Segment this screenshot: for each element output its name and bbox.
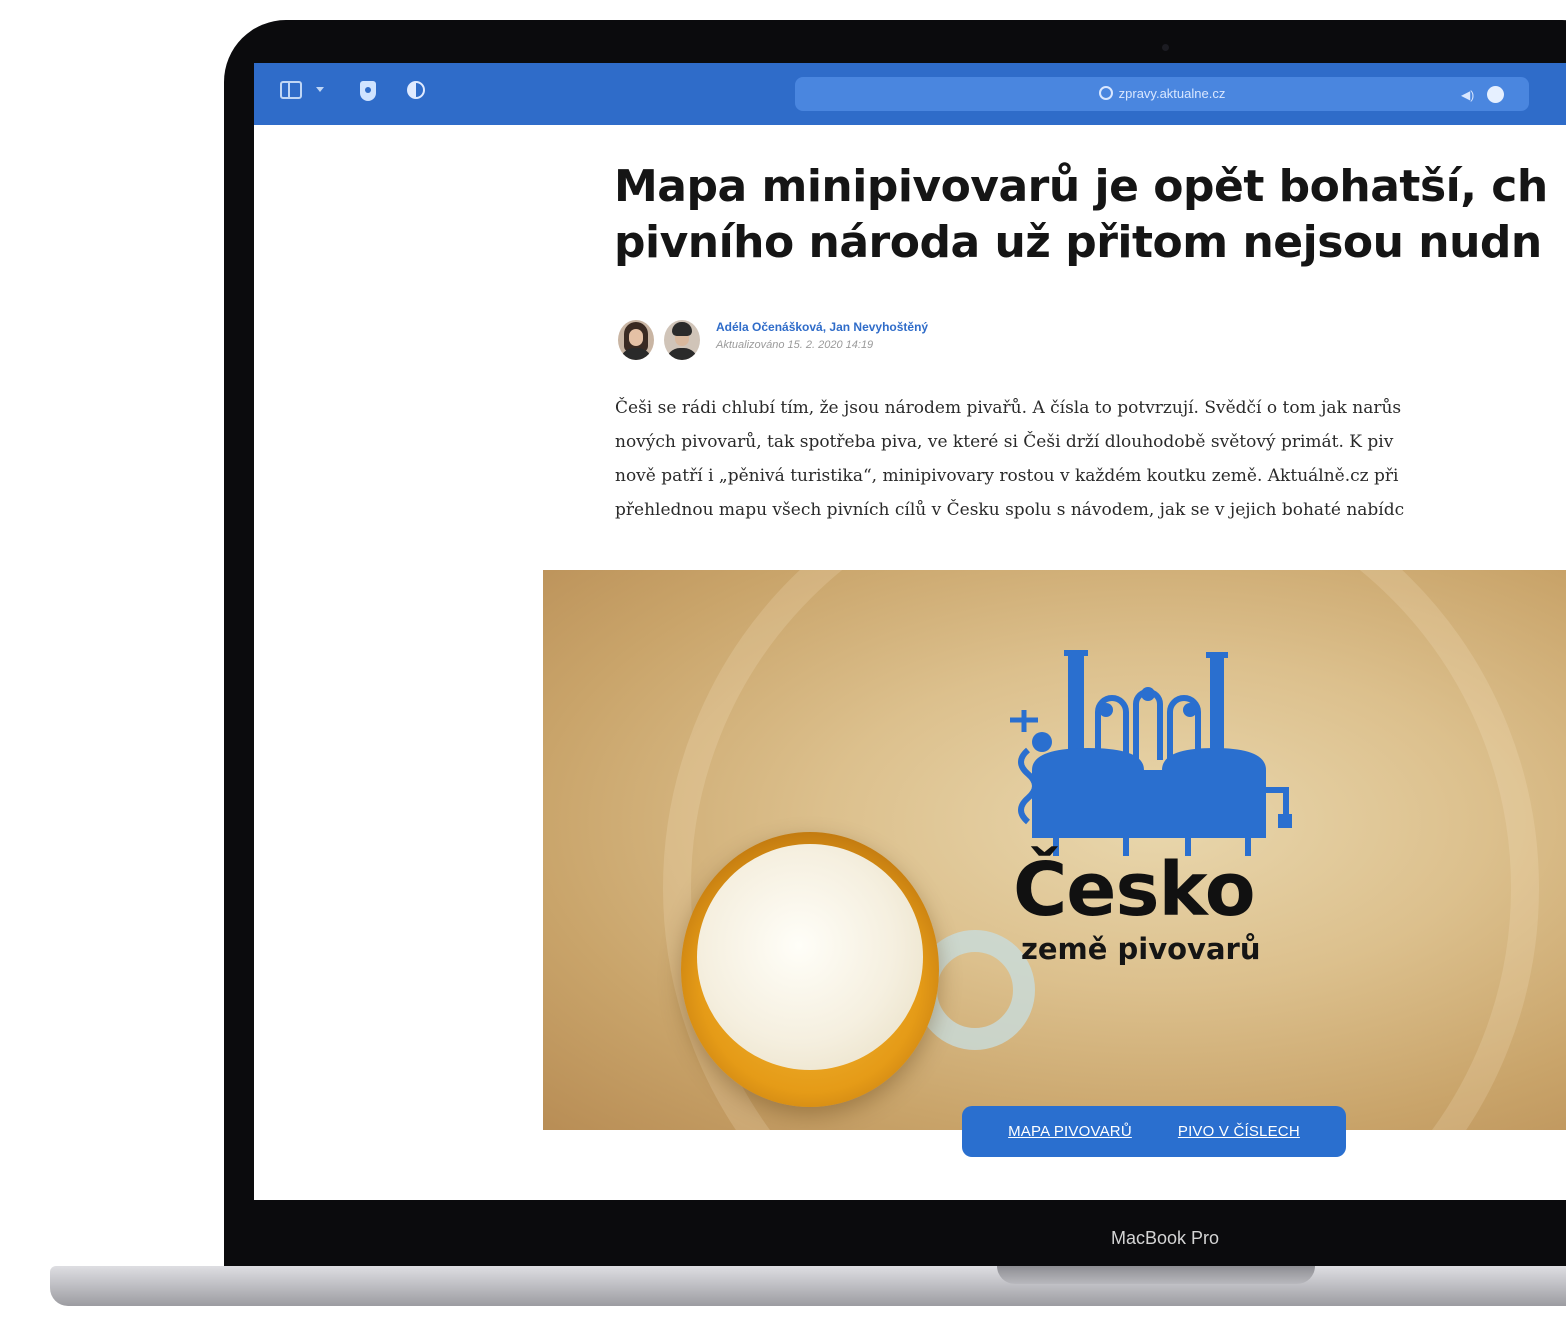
address-bar[interactable]: zpravy.aktualne.cz ◀) [795, 77, 1529, 111]
hero-image: Česko země pivovarů [543, 570, 1566, 1130]
perex-line: přehlednou mapu všech pivních cílů v Čes… [615, 500, 1405, 520]
shield-icon[interactable] [360, 81, 376, 101]
browser-screen: zpravy.aktualne.cz ◀) Mapa minipivovarů … [254, 63, 1566, 1200]
author-avatar[interactable] [618, 320, 654, 360]
article-perex: Češi se rádi chlubí tím, že jsou národem… [615, 391, 1566, 527]
brewery-logo-icon [1010, 650, 1292, 856]
author-avatar[interactable] [664, 320, 700, 360]
perex-line: nových pivovarů, tak spotřeba piva, ve k… [615, 432, 1394, 452]
speaker-icon[interactable]: ◀) [1461, 88, 1474, 102]
article-headline: Mapa minipivovarů je opět bohatší, ch piv… [614, 159, 1548, 271]
beer-foam [697, 844, 923, 1070]
perex-line: nově patří i „pěnivá turistika“, minipiv… [615, 466, 1399, 486]
url-text: zpravy.aktualne.cz [1118, 86, 1226, 101]
laptop-base [50, 1266, 1566, 1306]
chevron-down-icon[interactable] [316, 87, 324, 92]
beer-mug [681, 832, 939, 1107]
headline-line-1: Mapa minipivovarů je opět bohatší, ch [614, 161, 1548, 212]
headline-line-2: pivního národa už přitom nejsou nudn [614, 217, 1542, 268]
browser-toolbar: zpravy.aktualne.cz ◀) [254, 63, 1566, 125]
hero-nav: MAPA PIVOVARŮ PIVO V ČÍSLECH [962, 1106, 1346, 1157]
nav-link-beer-in-numbers[interactable]: PIVO V ČÍSLECH [1178, 1123, 1300, 1140]
url-display[interactable]: zpravy.aktualne.cz [795, 86, 1529, 101]
camera-icon [1162, 44, 1169, 51]
device-label: MacBook Pro [1110, 1228, 1220, 1248]
perex-line: Češi se rádi chlubí tím, že jsou národem… [615, 398, 1402, 418]
lock-icon [1098, 86, 1113, 100]
laptop-notch [997, 1266, 1315, 1284]
sidebar-icon[interactable] [280, 81, 302, 99]
hero-subtitle: země pivovarů [1021, 932, 1261, 966]
hero-title: Česko [1013, 847, 1256, 933]
article-updated: Aktualizováno 15. 2. 2020 14:19 [716, 339, 874, 351]
globe-icon[interactable] [1487, 86, 1504, 103]
article-authors[interactable]: Adéla Očenášková, Jan Nevyhoštěný [716, 320, 928, 334]
half-circle-icon[interactable] [407, 81, 425, 99]
nav-link-brewery-map[interactable]: MAPA PIVOVARŮ [1008, 1123, 1132, 1140]
